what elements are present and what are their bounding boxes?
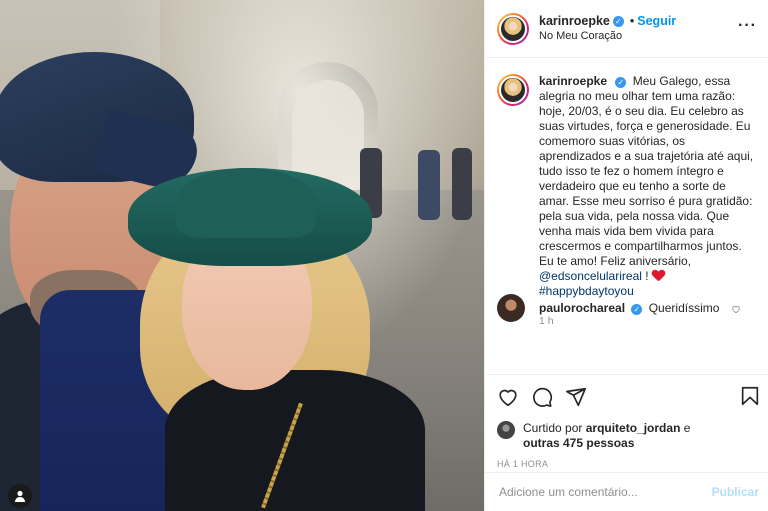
likes-others-link[interactable]: outras 475 pessoas	[523, 436, 634, 450]
more-options-icon[interactable]: ···	[738, 17, 757, 35]
follow-button[interactable]: Seguir	[637, 14, 676, 28]
separator-dot: •	[629, 14, 635, 28]
author-username[interactable]: karinroepke	[539, 14, 610, 28]
comment-input[interactable]	[499, 485, 712, 499]
verified-badge-icon: ✓	[615, 77, 627, 88]
likes-prefix: Curtido por	[523, 421, 583, 435]
comment-text: Queridíssimo	[648, 301, 720, 315]
liker-username[interactable]: arquiteto_jordan	[586, 421, 681, 435]
woman-coat	[165, 370, 425, 511]
like-icon[interactable]	[497, 386, 519, 408]
likes-summary: Curtido por arquiteto_jordan e outras 47…	[497, 421, 757, 451]
post-location[interactable]: No Meu Coração	[539, 29, 676, 43]
comment-like-icon[interactable]	[731, 304, 741, 314]
caption-exclaim: !	[641, 269, 649, 283]
woman-hat-crown	[176, 168, 316, 238]
share-icon[interactable]	[565, 386, 587, 408]
comment-icon[interactable]	[531, 386, 553, 408]
add-comment-bar: Publicar	[485, 472, 768, 511]
background-pedestrian	[418, 150, 440, 220]
post-actions: Curtido por arquiteto_jordan e outras 47…	[485, 374, 768, 472]
background-pedestrian	[452, 148, 472, 220]
post-photo[interactable]	[0, 0, 484, 511]
liker-avatar[interactable]	[497, 421, 515, 439]
commenter-avatar[interactable]	[497, 294, 525, 322]
post-timestamp[interactable]: HÁ 1 HORA	[497, 459, 757, 469]
caption-username[interactable]: karinroepke	[539, 74, 607, 88]
post-header: karinroepke ✓ • Seguir No Meu Coração ··…	[485, 0, 768, 58]
save-bookmark-icon[interactable]	[739, 385, 761, 407]
red-heart-icon	[652, 270, 665, 281]
caption-author-avatar[interactable]	[497, 74, 529, 106]
verified-badge-icon: ✓	[612, 15, 624, 27]
likes-conj: e	[683, 421, 691, 435]
verified-badge-icon: ✓	[631, 304, 643, 315]
post-side-panel: karinroepke ✓ • Seguir No Meu Coração ··…	[484, 0, 768, 511]
tag-person-icon[interactable]	[8, 484, 32, 508]
comments-section: karinroepke ✓ Meu Galego, essa alegria n…	[485, 58, 768, 374]
publish-button[interactable]: Publicar	[712, 485, 759, 499]
caption-mention[interactable]: @edsoncelularireal	[539, 269, 642, 283]
commenter-username[interactable]: paulorochareal	[539, 301, 625, 315]
caption-body: Meu Galego, essa alegria no meu olhar te…	[539, 74, 754, 268]
comment-item: paulorochareal ✓ Queridíssimo	[497, 294, 757, 322]
caption-text: karinroepke ✓ Meu Galego, essa alegria n…	[539, 74, 757, 299]
caption: karinroepke ✓ Meu Galego, essa alegria n…	[497, 74, 757, 299]
instagram-post: karinroepke ✓ • Seguir No Meu Coração ··…	[0, 0, 768, 511]
author-avatar[interactable]	[497, 12, 529, 45]
